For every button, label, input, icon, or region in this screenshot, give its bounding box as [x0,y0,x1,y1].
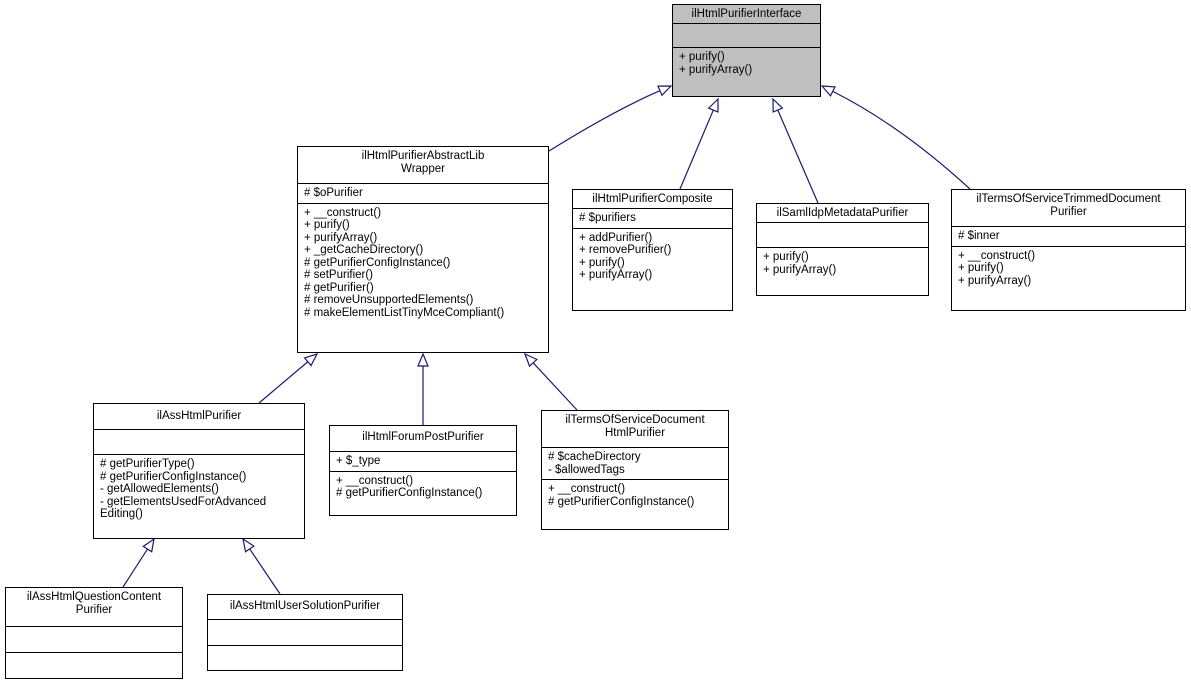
class-box-ilHtmlPurifierComposite[interactable]: ilHtmlPurifierComposite # $purifiers + a… [572,189,733,311]
methods-section: + addPurifier() + removePurifier() + pur… [573,229,732,285]
method: + addPurifier() [579,231,653,244]
inheritance-arrowhead-icon [772,97,784,113]
class-box-ilTermsOfServiceDocumentHtmlPurifier[interactable]: ilTermsOfServiceDocument HtmlPurifier # … [541,410,729,530]
class-name: ilSamlIdpMetadataPurifier [757,204,928,223]
method: # getPurifierConfigInstance() [100,470,247,483]
method: + __construct() [304,206,382,219]
class-box-ilHtmlForumPostPurifier[interactable]: ilHtmlForumPostPurifier + $_type + __con… [329,425,517,516]
class-box-ilAssHtmlPurifier[interactable]: ilAssHtmlPurifier # getPurifierType() # … [93,403,305,539]
inheritance-edge-saml-to-iface [777,109,819,204]
inheritance-arrowhead-icon [657,85,673,97]
inheritance-edges [122,85,971,595]
class-name: ilAssHtmlQuestionContent Purifier [6,588,182,627]
method: # getPurifierConfigInstance() [336,487,483,499]
inheritance-arrowhead-icon [820,85,836,97]
methods-section: + __construct() # getPurifierConfigInsta… [542,480,728,511]
attributes-section [673,24,820,48]
method: + purify() [579,256,625,269]
class-box-ilAssHtmlUserSolutionPurifier[interactable]: ilAssHtmlUserSolutionPurifier [207,594,403,671]
class-name: ilHtmlForumPostPurifier [330,426,516,452]
method: + purify() [679,51,725,63]
method: + removePurifier() [579,244,672,256]
attribute: # $inner [958,230,1000,242]
method: # getPurifier() [304,281,374,294]
methods-section [6,653,182,678]
attributes-section [94,430,304,455]
attribute: - $allowedTags [548,463,625,476]
inheritance-edge-tostrim-to-iface [832,90,971,190]
attributes-section [757,223,928,248]
methods-section: + purify() + purifyArray() [673,48,820,79]
attributes-section: + $_type [330,452,516,472]
attributes-section: # $purifiers [573,209,732,229]
attribute: # $cacheDirectory [548,451,641,463]
methods-section: # getPurifierType() # getPurifierConfigI… [94,455,304,524]
attributes-section: # $oPurifier [298,184,548,204]
inheritance-edge-abstract-to-iface [548,90,661,152]
class-name: ilHtmlPurifierInterface [673,5,820,24]
class-name: ilHtmlPurifierComposite [573,190,732,209]
method: + purifyArray() [304,231,378,244]
inheritance-arrowhead-icon [707,97,719,113]
attribute: # $oPurifier [304,187,363,199]
methods-section [208,646,402,670]
method: # getPurifierConfigInstance() [548,495,695,508]
method: + purify() [763,251,809,263]
inheritance-edge-question-to-ass [122,548,148,588]
inheritance-edge-usersol-to-ass [249,548,281,595]
attributes-section [6,627,182,653]
inheritance-arrowhead-icon [303,352,319,367]
method: + purifyArray() [958,274,1032,287]
method: + purifyArray() [679,63,753,76]
methods-section: + purify() + purifyArray() [757,248,928,279]
class-name: ilAssHtmlUserSolutionPurifier [208,595,402,620]
class-box-ilTermsOfServiceTrimmedDocumentPurifier[interactable]: ilTermsOfServiceTrimmedDocument Purifier… [951,189,1186,311]
method: - getAllowedElements() [100,483,219,495]
class-name: ilTermsOfServiceTrimmedDocument Purifier [952,190,1185,227]
class-name: ilAssHtmlPurifier [94,404,304,430]
class-name: ilTermsOfServiceDocument HtmlPurifier [542,411,728,448]
method: + purify() [958,262,1004,274]
attribute: + $_type [336,455,381,467]
method: + purifyArray() [763,263,837,276]
attribute: # $purifiers [579,212,636,224]
method: # setPurifier() [304,269,374,281]
class-box-ilSamlIdpMetadataPurifier[interactable]: ilSamlIdpMetadataPurifier + purify() + p… [756,203,929,296]
attributes-section: # $inner [952,227,1185,247]
method: # getPurifierType() [100,458,195,470]
method: + purify() [304,219,350,231]
method: + __construct() [336,474,414,487]
attributes-section [208,620,402,646]
class-box-ilAssHtmlQuestionContentPurifier[interactable]: ilAssHtmlQuestionContent Purifier [5,587,183,679]
method: + __construct() [548,483,626,495]
inheritance-edge-ass-to-abstract [258,361,309,404]
inheritance-edge-tosdoc-to-abstract [532,362,578,411]
methods-section: + __construct() + purify() + purifyArray… [298,204,548,323]
methods-section: + __construct() # getPurifierConfigInsta… [330,472,516,503]
class-box-ilHtmlPurifierInterface[interactable]: ilHtmlPurifierInterface + purify() + pur… [672,4,821,97]
method: # makeElementListTinyMceCompliant() [304,306,505,319]
method: + purifyArray() [579,269,653,281]
method: + _getCacheDirectory() [304,244,424,256]
method: # getPurifierConfigInstance() [304,256,451,269]
class-name: ilHtmlPurifierAbstractLib Wrapper [298,147,548,184]
inheritance-arrowhead-icon [142,537,155,553]
method: # removeUnsupportedElements() [304,294,474,306]
attributes-section: # $cacheDirectory - $allowedTags [542,448,728,480]
methods-section: + __construct() + purify() + purifyArray… [952,247,1185,291]
inheritance-edge-composite-to-iface [679,109,714,190]
method: + __construct() [958,249,1036,262]
inheritance-arrowhead-icon [242,537,255,553]
inheritance-arrowhead-icon [417,352,429,367]
method: - getElementsUsedForAdvanced Editing() [100,495,267,521]
class-box-ilHtmlPurifierAbstractLibWrapper[interactable]: ilHtmlPurifierAbstractLib Wrapper # $oPu… [297,146,549,353]
